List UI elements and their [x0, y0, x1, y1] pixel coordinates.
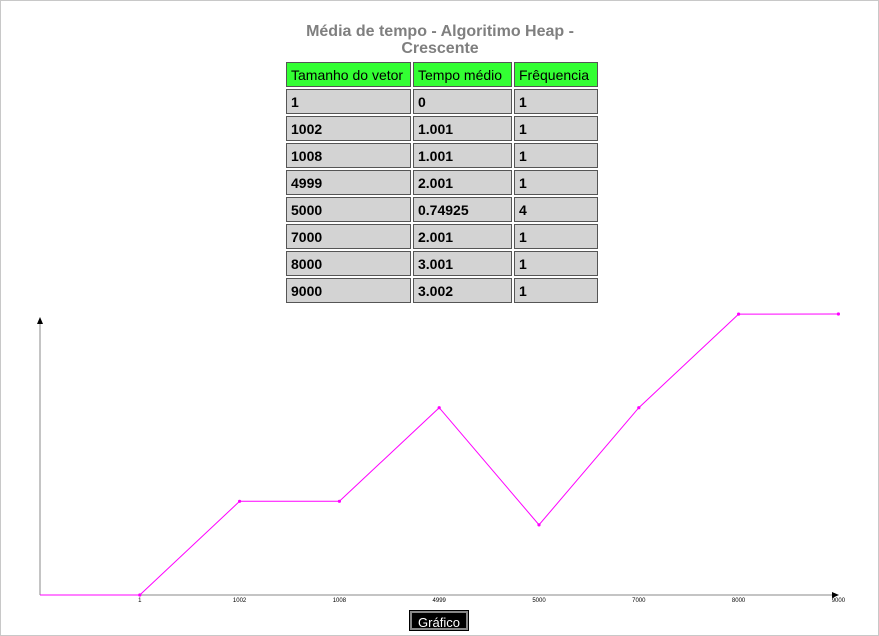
cell-size: 5000: [286, 197, 411, 222]
results-table: Tamanho do vetor Tempo médio Frêquencia …: [284, 60, 600, 305]
cell-size: 7000: [286, 224, 411, 249]
table-row: 101: [286, 89, 598, 114]
cell-frequency: 4: [514, 197, 598, 222]
x-tick-label: 7000: [632, 598, 646, 604]
grafico-button[interactable]: Gráfico: [409, 610, 469, 631]
cell-time: 0.74925: [413, 197, 512, 222]
data-point: [537, 523, 541, 527]
table-row: 1008 1.001 1: [286, 143, 598, 168]
x-tick-label: 9000: [832, 598, 846, 604]
series-line: [40, 313, 839, 596]
cell-time: 3.001: [413, 251, 512, 276]
header-frequencia: Frêquencia: [514, 62, 598, 87]
cell-frequency: 1: [514, 224, 598, 249]
cell-size: 1002: [286, 116, 411, 141]
y-axis-arrow: [37, 317, 43, 324]
cell-frequency: 1: [514, 170, 598, 195]
cell-time: 0: [413, 89, 512, 114]
table-header-row: Tamanho do vetor Tempo médio Frêquencia: [286, 62, 598, 87]
header-tamanho: Tamanho do vetor: [286, 62, 411, 87]
cell-frequency: 1: [514, 143, 598, 168]
x-tick-label: 1008: [333, 598, 347, 604]
data-point: [337, 499, 341, 503]
page-title: Média de tempo - Algoritimo Heap - Cresc…: [306, 23, 574, 57]
table-row: 8000 3.001 1: [286, 251, 598, 276]
table-row: 4999 2.001 1: [286, 170, 598, 195]
cell-size: 8000: [286, 251, 411, 276]
header-tempo: Tempo médio: [413, 62, 512, 87]
cell-size: 4999: [286, 170, 411, 195]
cell-size: 1: [286, 89, 411, 114]
cell-frequency: 1: [514, 89, 598, 114]
cell-time: 2.001: [413, 170, 512, 195]
data-point: [238, 499, 242, 503]
x-tick-label: 5000: [532, 598, 546, 604]
x-tick-label: 1: [138, 598, 142, 604]
data-point: [637, 406, 641, 410]
cell-frequency: 1: [514, 251, 598, 276]
cell-time: 1.001: [413, 143, 512, 168]
cell-time: 1.001: [413, 116, 512, 141]
x-tick-label: 4999: [433, 598, 447, 604]
table-row: 5000 0.74925 4: [286, 197, 598, 222]
cell-frequency: 1: [514, 116, 598, 141]
x-tick-label: 1002: [233, 598, 247, 604]
data-point: [138, 593, 142, 597]
cell-time: 2.001: [413, 224, 512, 249]
data-point: [737, 312, 741, 316]
line-chart: 1 1002 1008 4999 5000 7000 8000 9000: [37, 312, 846, 604]
cell-size: 1008: [286, 143, 411, 168]
data-point: [437, 406, 441, 410]
table-row: 1002 1.001 1: [286, 116, 598, 141]
x-tick-label: 8000: [732, 598, 746, 604]
data-point: [836, 312, 841, 316]
table-row: 7000 2.001 1: [286, 224, 598, 249]
